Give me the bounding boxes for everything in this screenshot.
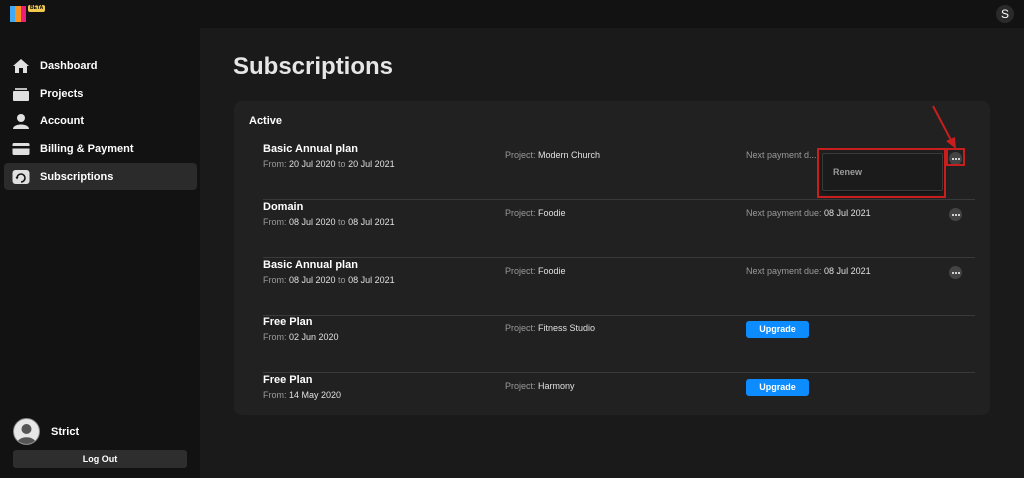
top-bar: BETA S — [0, 0, 1024, 28]
next-payment: Next payment due: 08 Jul 2021 — [746, 266, 871, 276]
plan-dates: From: 08 Jul 2020 to 08 Jul 2021 — [263, 217, 395, 227]
avatar — [13, 418, 40, 445]
list-item: Basic Annual plan From: 08 Jul 2020 to 0… — [263, 259, 975, 316]
plan-dates: From: 08 Jul 2020 to 08 Jul 2021 — [263, 275, 395, 285]
annotation-arrow-icon — [932, 105, 956, 149]
home-icon — [11, 57, 31, 75]
plan-name: Free Plan — [263, 316, 313, 328]
plan-dates: From: 14 May 2020 — [263, 390, 342, 400]
project-name: Project: Harmony — [505, 381, 575, 391]
logout-button[interactable]: Log Out — [13, 450, 187, 468]
user-menu-avatar[interactable]: S — [996, 5, 1014, 23]
sidebar-item-account[interactable]: Account — [4, 107, 197, 134]
user-name: Strict — [51, 425, 80, 438]
project-name: Project: Foodie — [505, 208, 566, 218]
projects-icon — [11, 85, 31, 103]
list-item: Domain From: 08 Jul 2020 to 08 Jul 2021 … — [263, 201, 975, 258]
plan-dates: From: 20 Jul 2020 to 20 Jul 2021 — [263, 159, 395, 169]
sidebar-item-label: Projects — [40, 87, 84, 100]
user-profile: Strict — [13, 418, 79, 445]
section-heading-active: Active — [249, 115, 283, 127]
upgrade-button[interactable]: Upgrade — [746, 379, 809, 396]
project-name: Project: Foodie — [505, 266, 566, 276]
sidebar-item-label: Dashboard — [40, 59, 98, 72]
app-logo[interactable] — [10, 6, 26, 22]
sidebar-item-label: Account — [40, 114, 84, 127]
sidebar-item-label: Subscriptions — [40, 170, 114, 183]
list-item: Free Plan From: 02 Jun 2020 Project: Fit… — [263, 316, 975, 373]
sidebar-item-dashboard[interactable]: Dashboard — [4, 52, 197, 79]
plan-dates: From: 02 Jun 2020 — [263, 332, 339, 342]
subscriptions-icon — [11, 168, 31, 186]
plan-name: Basic Annual plan — [263, 259, 358, 271]
page-title: Subscriptions — [233, 53, 394, 80]
plan-name: Domain — [263, 201, 304, 213]
credit-card-icon — [11, 140, 31, 158]
sidebar-item-label: Billing & Payment — [40, 142, 134, 155]
account-icon — [11, 112, 31, 130]
next-payment: Next payment d... — [746, 150, 817, 160]
plan-name: Basic Annual plan — [263, 143, 358, 155]
upgrade-button[interactable]: Upgrade — [746, 321, 809, 338]
sidebar: Dashboard Projects Account Billing & Pay… — [0, 28, 200, 478]
sidebar-item-projects[interactable]: Projects — [4, 80, 197, 107]
list-item: Free Plan From: 14 May 2020 Project: Har… — [263, 374, 975, 431]
plan-name: Free Plan — [263, 374, 313, 386]
sidebar-item-subscriptions[interactable]: Subscriptions — [4, 163, 197, 190]
more-options-button[interactable] — [949, 208, 962, 221]
next-payment: Next payment due: 08 Jul 2021 — [746, 208, 871, 218]
project-name: Project: Modern Church — [505, 150, 601, 160]
project-name: Project: Fitness Studio — [505, 323, 596, 333]
beta-badge: BETA — [28, 5, 46, 12]
more-options-button[interactable] — [949, 266, 962, 279]
highlight-box-dropdown — [817, 148, 946, 198]
sidebar-item-billing[interactable]: Billing & Payment — [4, 135, 197, 162]
